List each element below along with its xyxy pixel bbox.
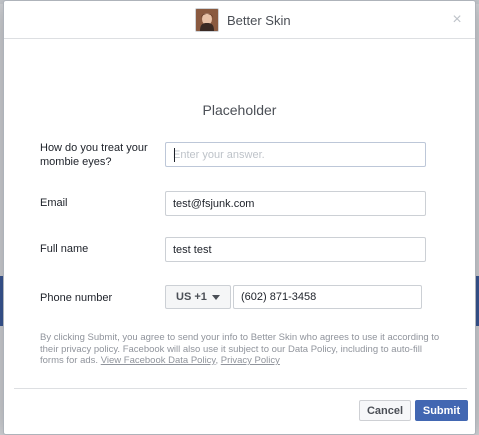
full-name-label: Full name	[40, 243, 89, 255]
country-code-value: US +1	[176, 291, 207, 303]
text-caret	[174, 148, 175, 162]
question-input[interactable]	[165, 142, 426, 167]
privacy-disclaimer: By clicking Submit, you agree to send yo…	[40, 332, 440, 367]
email-field[interactable]	[165, 191, 426, 216]
phone-label: Phone number	[40, 292, 113, 304]
full-name-field[interactable]	[165, 237, 426, 262]
cancel-button[interactable]: Cancel	[359, 400, 411, 421]
avatar-image	[196, 9, 218, 31]
form-title: Placeholder	[202, 102, 277, 118]
submit-button[interactable]: Submit	[415, 400, 468, 421]
country-code-select[interactable]: US +1	[165, 285, 231, 309]
phone-field[interactable]	[233, 285, 422, 309]
avatar	[195, 8, 219, 32]
email-label: Email	[40, 197, 68, 209]
privacy-policy-link[interactable]: Privacy Policy	[221, 355, 280, 366]
chevron-down-icon	[211, 294, 220, 300]
dialog-title: Better Skin	[227, 12, 291, 28]
dialog-header: Better Skin ×	[4, 1, 475, 39]
close-icon[interactable]: ×	[449, 12, 465, 28]
question-label: How do you treat your mombie eyes?	[40, 142, 148, 168]
footer-divider	[14, 388, 467, 389]
lead-form-dialog: Better Skin × Placeholder How do you tre…	[3, 0, 476, 435]
data-policy-link[interactable]: View Facebook Data Policy	[101, 355, 216, 366]
header-brand: Better Skin	[195, 8, 291, 32]
